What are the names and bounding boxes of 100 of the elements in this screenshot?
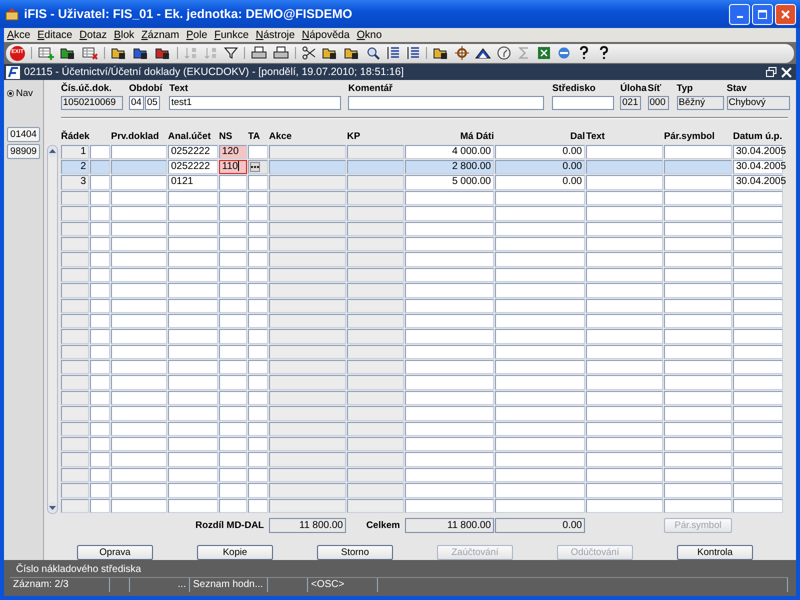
table-cell[interactable]: 4 000.00	[405, 144, 494, 160]
table-cell[interactable]	[219, 329, 247, 344]
side-button[interactable]: 98909	[7, 144, 40, 159]
folder-icon[interactable]	[322, 46, 338, 60]
table-cell[interactable]	[586, 422, 663, 436]
table-cell[interactable]	[248, 298, 268, 313]
table-cell[interactable]	[405, 498, 494, 513]
table-cell[interactable]	[219, 375, 247, 390]
table-cell[interactable]	[90, 206, 110, 221]
action-button[interactable]: Kontrola	[677, 545, 753, 560]
table-cell[interactable]	[495, 222, 585, 236]
menu-item[interactable]: Okno	[356, 29, 382, 41]
table-cell[interactable]	[111, 298, 167, 313]
table-cell[interactable]	[495, 283, 585, 298]
menu-item[interactable]: Záznam	[141, 29, 180, 41]
table-cell[interactable]	[168, 268, 218, 282]
table-cell[interactable]	[248, 190, 268, 206]
table-cell[interactable]	[586, 252, 663, 267]
clock-icon[interactable]	[497, 46, 511, 60]
table-cell[interactable]	[586, 283, 663, 298]
input-field[interactable]: 05	[145, 96, 160, 110]
folder-icon[interactable]	[133, 46, 149, 60]
table-cell[interactable]	[405, 390, 494, 406]
table-cell[interactable]	[248, 222, 268, 236]
table-cell[interactable]	[219, 468, 247, 482]
input-field[interactable]	[552, 96, 614, 110]
table-cell[interactable]	[495, 483, 585, 498]
table-cell[interactable]: 0.00	[495, 175, 585, 190]
menu-item[interactable]: Akce	[7, 29, 30, 41]
table-cell[interactable]	[111, 390, 167, 406]
table-cell[interactable]: 0252222	[168, 160, 218, 174]
table-cell[interactable]	[586, 390, 663, 406]
table-cell[interactable]	[111, 206, 167, 221]
table-cell[interactable]	[111, 483, 167, 498]
folder-icon[interactable]	[111, 46, 127, 60]
table-cell[interactable]	[664, 422, 732, 436]
input-field[interactable]: Běžný	[676, 96, 724, 110]
table-cell[interactable]	[90, 144, 110, 160]
table-cell[interactable]	[90, 375, 110, 390]
table-cell[interactable]	[586, 298, 663, 313]
table-cell[interactable]	[664, 314, 732, 328]
table-cell[interactable]	[664, 206, 732, 221]
input-field[interactable]: 021	[620, 96, 642, 110]
folder-icon[interactable]	[433, 46, 449, 60]
table-cell[interactable]	[168, 468, 218, 482]
restore-icon[interactable]	[766, 66, 777, 78]
table-cell[interactable]	[219, 175, 247, 190]
table-cell[interactable]	[733, 422, 783, 436]
table-cell[interactable]	[90, 252, 110, 267]
table-cell[interactable]	[664, 452, 732, 467]
table-cell[interactable]	[90, 222, 110, 236]
table-cell[interactable]	[495, 390, 585, 406]
input-field[interactable]: Chybový	[726, 96, 790, 110]
table-cell[interactable]	[495, 206, 585, 221]
table-cell[interactable]	[111, 452, 167, 467]
table-cell[interactable]	[664, 222, 732, 236]
table-cell[interactable]	[664, 468, 732, 482]
table-cell[interactable]	[248, 422, 268, 436]
table-cell[interactable]	[733, 236, 783, 252]
table-cell[interactable]	[495, 314, 585, 328]
table-cell[interactable]	[733, 360, 783, 374]
table-cell[interactable]	[495, 375, 585, 390]
table-cell[interactable]	[405, 452, 494, 467]
table-cell[interactable]	[248, 283, 268, 298]
table-cell[interactable]: 0121	[168, 175, 218, 190]
action-button[interactable]: Kopie	[197, 545, 273, 560]
table-cell[interactable]	[495, 236, 585, 252]
table-cell[interactable]	[111, 144, 167, 160]
table-cell[interactable]	[586, 160, 663, 174]
table-cell[interactable]	[219, 452, 247, 467]
table-cell[interactable]	[586, 375, 663, 390]
table-cell[interactable]	[495, 190, 585, 206]
table-cell[interactable]	[664, 483, 732, 498]
table-cell[interactable]	[248, 144, 268, 160]
table-cell[interactable]	[733, 452, 783, 467]
table-cell[interactable]	[405, 329, 494, 344]
table-cell[interactable]	[90, 390, 110, 406]
table-cell[interactable]	[586, 498, 663, 513]
table-cell[interactable]	[111, 236, 167, 252]
table-cell[interactable]	[111, 406, 167, 421]
side-button[interactable]: 01404	[7, 127, 40, 142]
table-cell[interactable]	[586, 236, 663, 252]
table-cell[interactable]	[405, 206, 494, 221]
table-cell[interactable]	[405, 190, 494, 206]
scrollbar[interactable]	[47, 144, 58, 514]
table-cell[interactable]	[168, 329, 218, 344]
table-cell[interactable]	[168, 283, 218, 298]
menu-item[interactable]: Editace	[37, 29, 72, 41]
list-icon[interactable]	[406, 46, 420, 60]
table-cell[interactable]	[111, 283, 167, 298]
table-cell[interactable]	[733, 468, 783, 482]
table-cell[interactable]	[495, 422, 585, 436]
table-cell[interactable]	[248, 175, 268, 190]
table-cell[interactable]	[168, 206, 218, 221]
table-cell[interactable]	[664, 144, 732, 160]
table-cell[interactable]: 5 000.00	[405, 175, 494, 190]
table-cell[interactable]	[405, 468, 494, 482]
printer-icon[interactable]	[251, 46, 267, 60]
table-cell[interactable]	[168, 390, 218, 406]
table-cell[interactable]	[111, 268, 167, 282]
